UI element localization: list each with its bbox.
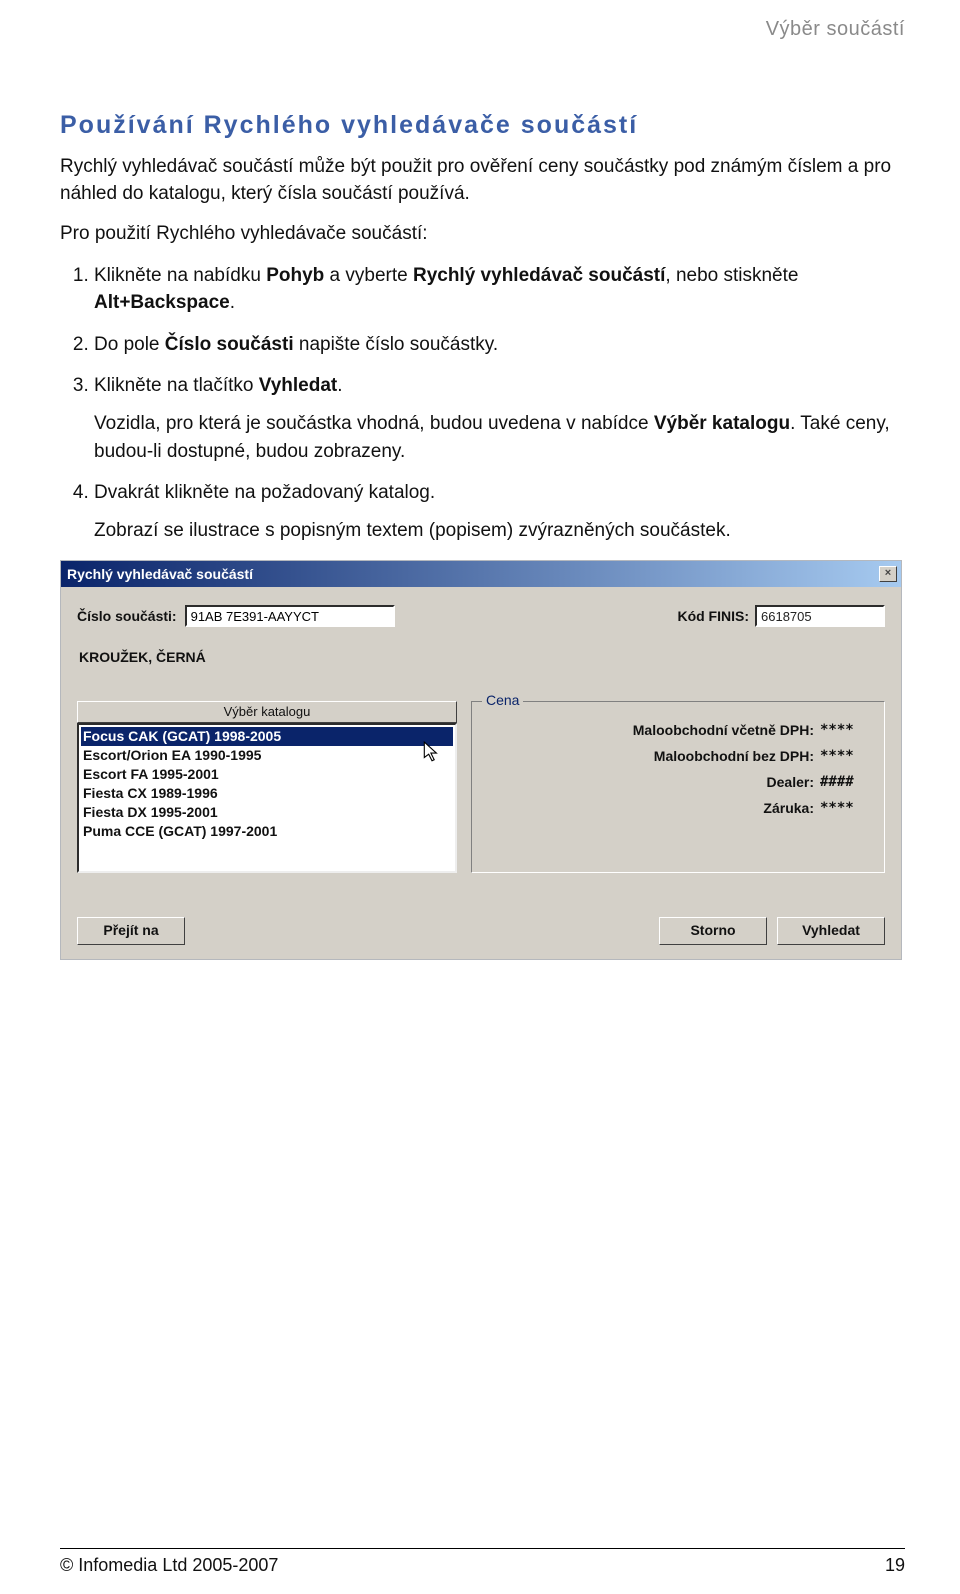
price-row: Dealer: #### (486, 774, 870, 790)
step-3: Klikněte na tlačítko Vyhledat. Vozidla, … (94, 372, 905, 465)
close-icon: × (885, 567, 891, 579)
step-1: Klikněte na nabídku Pohyb a vyberte Rych… (94, 262, 905, 317)
cancel-button[interactable]: Storno (659, 917, 767, 945)
finis-label: Kód FINIS: (677, 608, 749, 624)
finis-input[interactable]: 6618705 (755, 605, 885, 627)
footer-page-number: 19 (885, 1555, 905, 1576)
step-2: Do pole Číslo součásti napište číslo sou… (94, 331, 905, 359)
list-item[interactable]: Puma CCE (GCAT) 1997-2001 (81, 822, 453, 841)
page-footer: © Infomedia Ltd 2005-2007 19 (60, 1548, 905, 1576)
part-number-input[interactable]: 91AB 7E391-AAYYCT (185, 605, 395, 627)
price-row: Maloobchodní včetně DPH: **** (486, 722, 870, 738)
part-number-label: Číslo součásti: (77, 608, 177, 624)
price-row: Záruka: **** (486, 800, 870, 816)
catalog-listbox[interactable]: Focus CAK (GCAT) 1998-2005 Escort/Orion … (77, 723, 457, 873)
goto-button[interactable]: Přejít na (77, 917, 185, 945)
price-row: Maloobchodní bez DPH: **** (486, 748, 870, 764)
dialog-title: Rychlý vyhledávač součástí (67, 566, 253, 582)
part-row: Číslo součásti: 91AB 7E391-AAYYCT Kód FI… (77, 605, 885, 627)
step-3-sub: Vozidla, pro která je součástka vhodná, … (94, 410, 905, 465)
price-group-label: Cena (482, 692, 523, 708)
list-item[interactable]: Focus CAK (GCAT) 1998-2005 (81, 727, 453, 746)
dialog-window: Rychlý vyhledávač součástí × Číslo součá… (60, 560, 902, 960)
list-item[interactable]: Escort/Orion EA 1990-1995 (81, 746, 453, 765)
price-group: Cena Maloobchodní včetně DPH: **** Maloo… (471, 701, 885, 873)
steps-list: Klikněte na nabídku Pohyb a vyberte Rych… (60, 262, 905, 544)
footer-copyright: © Infomedia Ltd 2005-2007 (60, 1555, 278, 1576)
catalog-list-header: Výběr katalogu (77, 701, 457, 723)
page-title: Používání Rychlého vyhledávače součástí (60, 111, 905, 140)
dialog-titlebar: Rychlý vyhledávač součástí × (61, 561, 901, 587)
intro-paragraph: Rychlý vyhledávač součástí může být použ… (60, 154, 905, 207)
intro-paragraph-2: Pro použití Rychlého vyhledávače součást… (60, 221, 905, 248)
step-4: Dvakrát klikněte na požadovaný katalog. … (94, 479, 905, 544)
button-row: Přejít na Storno Vyhledat (77, 917, 885, 945)
list-item[interactable]: Escort FA 1995-2001 (81, 765, 453, 784)
list-item[interactable]: Fiesta DX 1995-2001 (81, 803, 453, 822)
section-header: Výběr součástí (60, 18, 905, 41)
part-description: KROUŽEK, ČERNÁ (79, 649, 885, 665)
step-4-sub: Zobrazí se ilustrace s popisným textem (… (94, 517, 905, 545)
close-button[interactable]: × (879, 566, 897, 582)
list-item[interactable]: Fiesta CX 1989-1996 (81, 784, 453, 803)
search-button[interactable]: Vyhledat (777, 917, 885, 945)
